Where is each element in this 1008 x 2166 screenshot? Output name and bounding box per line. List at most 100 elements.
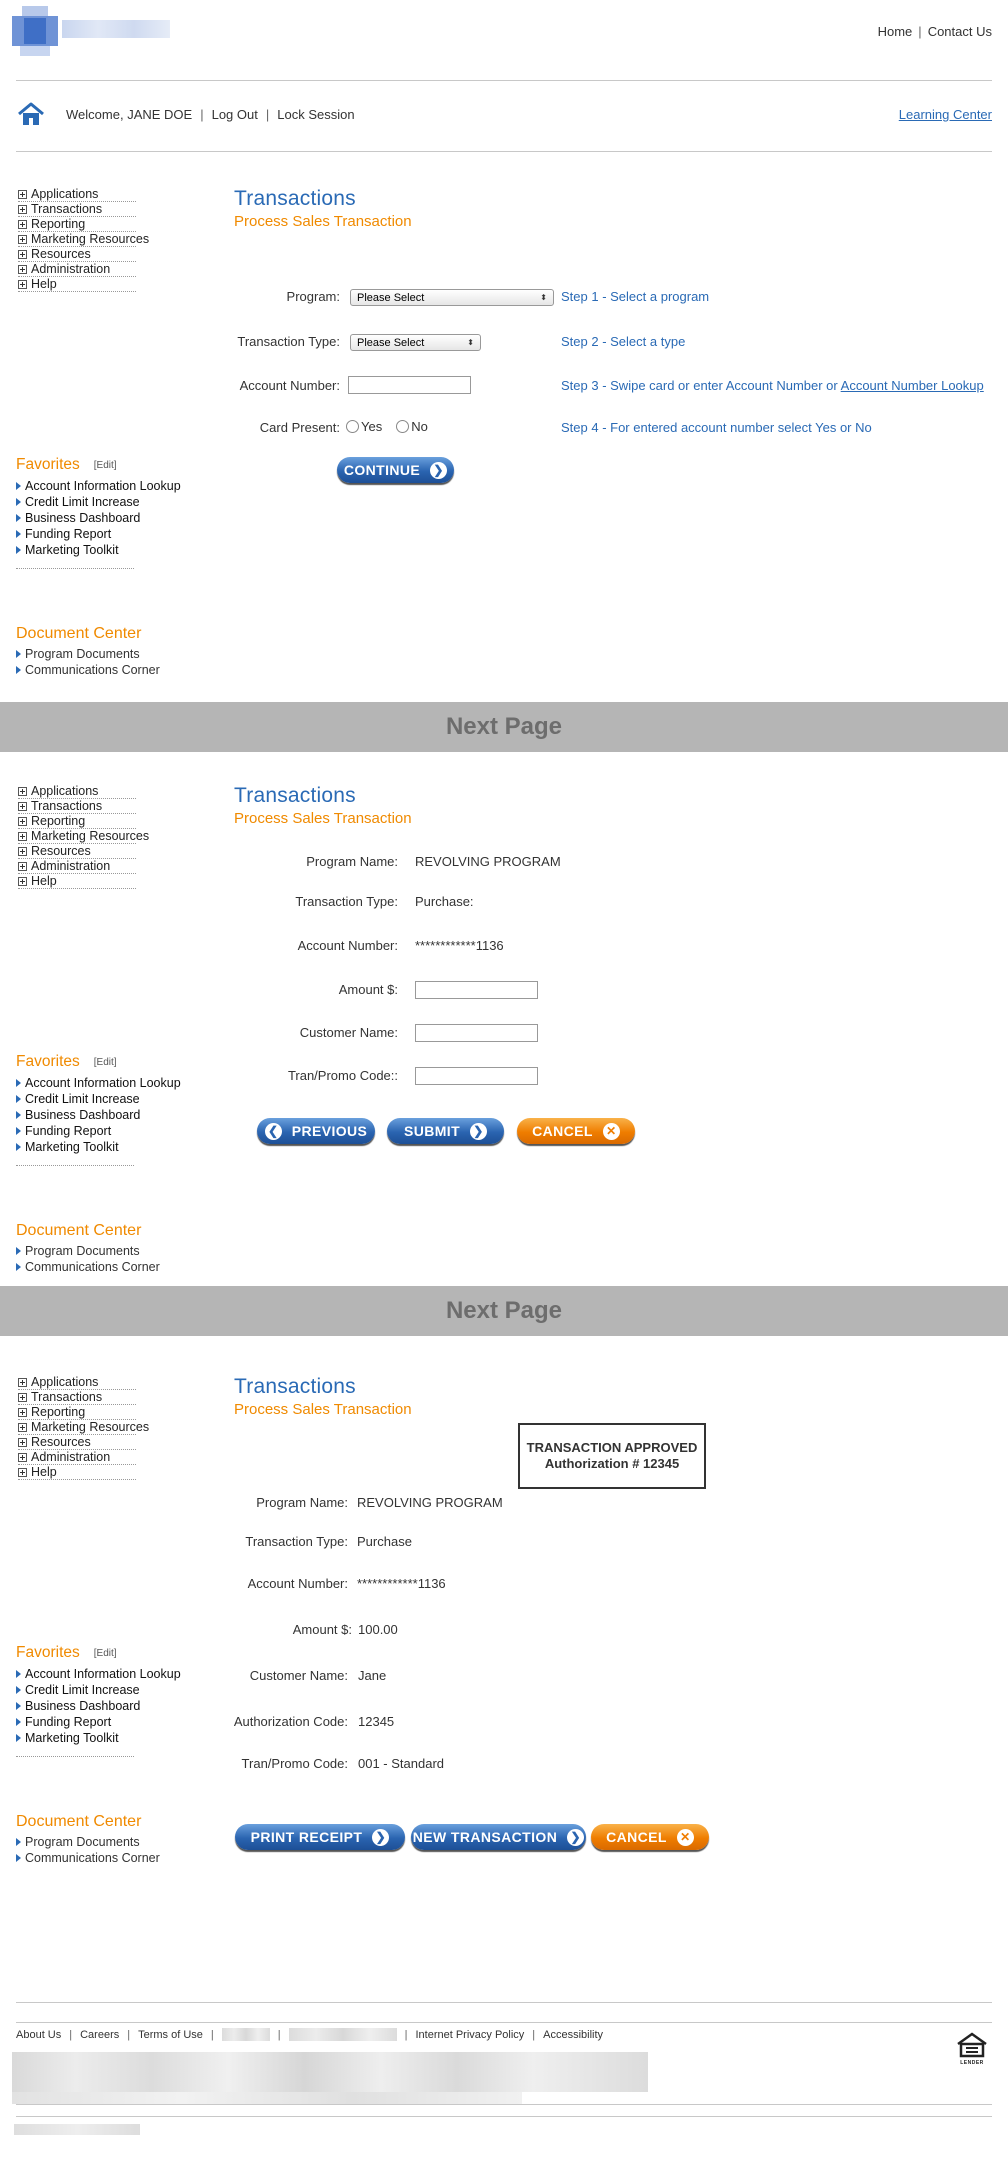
favorite-funding-report[interactable]: Funding Report	[16, 526, 181, 542]
lock-session-link[interactable]: Lock Session	[277, 107, 354, 122]
nav-item-transactions[interactable]: Transactions	[18, 202, 136, 217]
favorite-marketing-toolkit[interactable]: Marketing Toolkit	[16, 1139, 181, 1155]
nav-item-applications[interactable]: Applications	[18, 1375, 136, 1390]
accessibility-link[interactable]: Accessibility	[543, 2029, 603, 2041]
arrow-left-icon: ❮	[264, 1122, 282, 1140]
doc-communications-corner[interactable]: Communications Corner	[16, 1850, 160, 1866]
favorite-funding-report[interactable]: Funding Report	[16, 1714, 181, 1730]
nav-item-reporting[interactable]: Reporting	[18, 217, 136, 232]
arrow-icon	[16, 1686, 21, 1694]
nav-item-administration[interactable]: Administration	[18, 262, 136, 277]
nav-item-marketing-resources[interactable]: Marketing Resources	[18, 1420, 149, 1435]
doc-program-documents[interactable]: Program Documents	[16, 1243, 160, 1259]
nav-item-reporting[interactable]: Reporting	[18, 814, 136, 829]
favorite-label: Credit Limit Increase	[25, 1092, 140, 1106]
arrow-icon	[16, 1838, 21, 1846]
transaction-type-label: Transaction Type:	[295, 894, 398, 909]
nav-item-applications[interactable]: Applications	[18, 784, 136, 799]
home-icon[interactable]	[16, 101, 46, 127]
nav-item-marketing-resources[interactable]: Marketing Resources	[18, 232, 149, 247]
continue-button[interactable]: CONTINUE ❯	[337, 457, 454, 483]
favorite-account-information-lookup[interactable]: Account Information Lookup	[16, 1666, 181, 1682]
favorites-edit-link[interactable]: [Edit]	[94, 1057, 117, 1068]
account-number-lookup-link[interactable]: Account Number Lookup	[841, 378, 984, 393]
doc-program-documents[interactable]: Program Documents	[16, 1834, 160, 1850]
favorite-label: Marketing Toolkit	[25, 1140, 119, 1154]
favorite-credit-limit-increase[interactable]: Credit Limit Increase	[16, 1091, 181, 1107]
cancel-button[interactable]: CANCEL ✕	[591, 1824, 709, 1850]
nav-item-administration[interactable]: Administration	[18, 1450, 136, 1465]
contact-us-link[interactable]: Contact Us	[928, 24, 992, 39]
approval-status: TRANSACTION APPROVED	[526, 1440, 698, 1455]
amount-input[interactable]	[415, 981, 538, 999]
submit-button[interactable]: SUBMIT ❯	[387, 1118, 504, 1144]
nav-item-reporting[interactable]: Reporting	[18, 1405, 136, 1420]
favorite-business-dashboard[interactable]: Business Dashboard	[16, 510, 181, 526]
privacy-policy-link[interactable]: Internet Privacy Policy	[415, 2029, 524, 2041]
favorites-title: Favorites	[16, 1053, 80, 1070]
nav-item-help[interactable]: Help	[18, 277, 136, 292]
promo-code-label: Tran/Promo Code:	[241, 1756, 348, 1771]
document-center-title: Document Center	[16, 625, 142, 642]
nav-item-transactions[interactable]: Transactions	[18, 1390, 136, 1405]
redacted-link[interactable]	[221, 2028, 270, 2041]
favorite-marketing-toolkit[interactable]: Marketing Toolkit	[16, 1730, 181, 1746]
log-out-link[interactable]: Log Out	[212, 107, 258, 122]
transaction-type-select[interactable]: Please Select ⬍	[350, 334, 481, 351]
separator: |	[404, 2028, 408, 2041]
about-us-link[interactable]: About Us	[16, 2029, 61, 2041]
favorite-account-information-lookup[interactable]: Account Information Lookup	[16, 478, 181, 494]
favorites-edit-link[interactable]: [Edit]	[94, 460, 117, 471]
customer-name-input[interactable]	[415, 1024, 538, 1042]
home-link[interactable]: Home	[878, 24, 913, 39]
nav-item-administration[interactable]: Administration	[18, 859, 136, 874]
favorites-edit-link[interactable]: [Edit]	[94, 1648, 117, 1659]
favorite-business-dashboard[interactable]: Business Dashboard	[16, 1107, 181, 1123]
doc-communications-corner[interactable]: Communications Corner	[16, 662, 160, 678]
nav-item-help[interactable]: Help	[18, 1465, 136, 1480]
favorite-business-dashboard[interactable]: Business Dashboard	[16, 1698, 181, 1714]
doc-program-documents[interactable]: Program Documents	[16, 646, 160, 662]
nav-label: Help	[31, 276, 57, 291]
previous-button[interactable]: ❮ PREVIOUS	[257, 1118, 375, 1144]
new-transaction-button[interactable]: NEW TRANSACTION ❯	[411, 1824, 586, 1850]
nav-item-help[interactable]: Help	[18, 874, 136, 889]
print-receipt-button[interactable]: PRINT RECEIPT ❯	[235, 1824, 405, 1850]
arrow-icon	[16, 1095, 21, 1103]
favorite-credit-limit-increase[interactable]: Credit Limit Increase	[16, 1682, 181, 1698]
nav-item-resources[interactable]: Resources	[18, 1435, 136, 1450]
nav-item-transactions[interactable]: Transactions	[18, 799, 136, 814]
page-title: Transactions	[234, 187, 356, 210]
page-subtitle: Process Sales Transaction	[234, 213, 412, 230]
transaction-type-label: Transaction Type:	[245, 1534, 348, 1549]
nav-label: Marketing Resources	[31, 231, 150, 246]
favorite-credit-limit-increase[interactable]: Credit Limit Increase	[16, 494, 181, 510]
learning-center-link[interactable]: Learning Center	[899, 107, 992, 122]
nav-item-resources[interactable]: Resources	[18, 844, 136, 859]
favorite-label: Account Information Lookup	[25, 1667, 181, 1681]
expand-icon	[18, 1392, 27, 1402]
arrow-icon	[16, 1670, 21, 1678]
card-present-no-radio[interactable]	[396, 420, 410, 433]
nav-item-marketing-resources[interactable]: Marketing Resources	[18, 829, 149, 844]
account-number-input[interactable]	[348, 376, 471, 394]
favorite-label: Marketing Toolkit	[25, 1731, 119, 1745]
favorite-label: Marketing Toolkit	[25, 543, 119, 557]
favorite-account-information-lookup[interactable]: Account Information Lookup	[16, 1075, 181, 1091]
careers-link[interactable]: Careers	[80, 2029, 119, 2041]
nav-item-applications[interactable]: Applications	[18, 187, 136, 202]
promo-code-input[interactable]	[415, 1067, 538, 1085]
redacted-link[interactable]	[288, 2028, 397, 2041]
arrow-icon	[16, 498, 21, 506]
doc-communications-corner[interactable]: Communications Corner	[16, 1259, 160, 1275]
program-select[interactable]: Please Select ⬍	[350, 289, 554, 306]
nav-item-resources[interactable]: Resources	[18, 247, 136, 262]
card-present-yes-radio[interactable]	[346, 420, 359, 433]
cancel-button[interactable]: CANCEL ✕	[517, 1118, 635, 1144]
close-icon: ✕	[602, 1122, 620, 1140]
favorite-funding-report[interactable]: Funding Report	[16, 1123, 181, 1139]
arrow-icon	[16, 666, 21, 674]
favorite-marketing-toolkit[interactable]: Marketing Toolkit	[16, 542, 181, 558]
terms-of-use-link[interactable]: Terms of Use	[138, 2029, 203, 2041]
company-logo[interactable]	[12, 6, 172, 56]
